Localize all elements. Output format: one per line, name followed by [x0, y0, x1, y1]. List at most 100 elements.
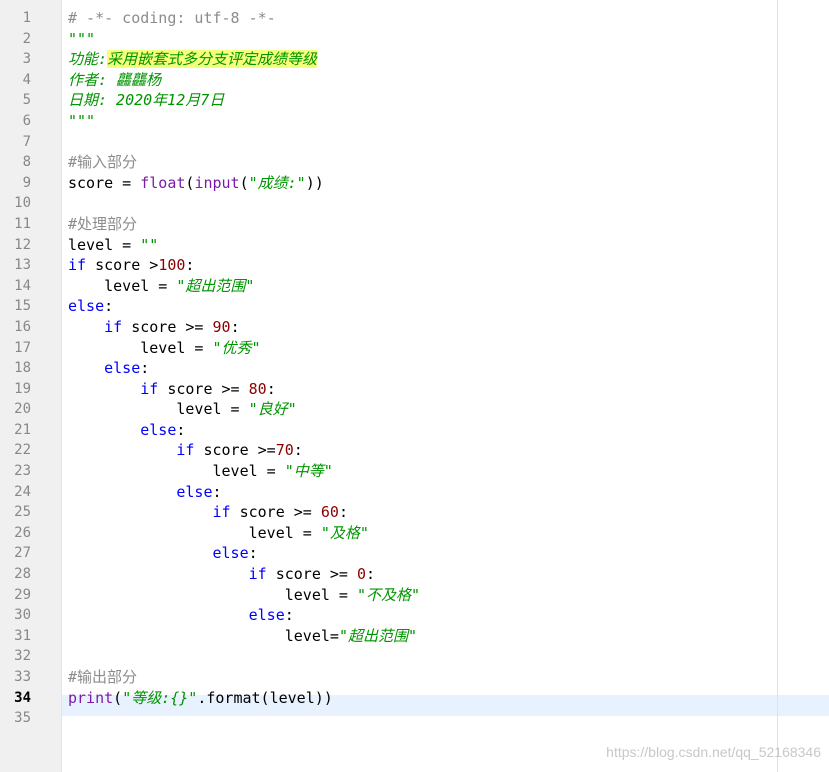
code-token: : [248, 544, 258, 563]
code-text: score = float(input("成绩:")) [68, 173, 324, 194]
code-line[interactable]: 15 else: [0, 296, 829, 317]
code-text: level = "优秀" [68, 338, 261, 359]
code-token: : [293, 441, 303, 460]
code-line[interactable]: 9 score = float(input("成绩:")) [0, 173, 829, 194]
code-line[interactable]: 1 # -*- coding: utf-8 -*- [0, 8, 829, 29]
code-token: : [338, 503, 348, 522]
code-line[interactable]: 10 [0, 193, 829, 214]
code-line[interactable]: 26 level = "及格" [0, 523, 829, 544]
code-token: "超出范围" [338, 626, 417, 645]
line-number: 9 [22, 174, 31, 191]
code-line[interactable]: 23 level = "中等" [0, 461, 829, 482]
code-token: input [194, 173, 240, 192]
line-number: 29 [14, 586, 31, 603]
code-line[interactable]: 12 level = "" [0, 235, 829, 256]
line-number: 13 [14, 257, 31, 274]
line-number: 25 [14, 504, 31, 521]
code-token: "超出范围" [176, 276, 255, 295]
code-token: if [248, 565, 267, 584]
code-line[interactable]: 27 else: [0, 543, 829, 564]
code-token: .format(level)) [197, 688, 333, 707]
code-line[interactable]: 30 else: [0, 605, 829, 626]
code-token: 80 [248, 379, 267, 398]
code-token: : [266, 379, 276, 398]
code-line[interactable]: 31 level="超出范围" [0, 626, 829, 647]
line-number: 34 [14, 689, 31, 706]
code-line[interactable]: 6 """ [0, 111, 829, 132]
line-number: 5 [22, 92, 31, 109]
code-token: "良好" [248, 400, 297, 419]
code-token: if [212, 503, 231, 522]
code-line[interactable]: 2 """ [0, 29, 829, 50]
line-number: 17 [14, 339, 31, 356]
code-token: #输入部分 [68, 153, 138, 172]
code-token: # -*- coding: utf-8 -*- [68, 9, 276, 27]
code-text: level = "良好" [68, 399, 297, 420]
code-line[interactable]: 33 #输出部分 [0, 667, 829, 688]
line-number: 10 [14, 195, 31, 212]
code-token: level = [68, 400, 249, 419]
code-line[interactable]: 22 if score >=70: [0, 440, 829, 461]
code-line[interactable]: 18 else: [0, 358, 829, 379]
code-token: 采用嵌套式多分支评定成绩等级 [107, 50, 318, 69]
code-text: #输入部分 [68, 152, 137, 173]
line-number: 33 [14, 669, 31, 685]
code-token: 功能: [68, 50, 108, 69]
code-line[interactable]: 28 if score >= 0: [0, 564, 829, 585]
code-line[interactable]: 34 print("等级:{}".format(level)) [0, 688, 829, 709]
code-token: : [212, 482, 222, 501]
code-line[interactable]: 11 #处理部分 [0, 214, 829, 235]
line-number: 14 [14, 277, 31, 294]
code-text: if score >100: [68, 255, 194, 276]
code-line[interactable]: 5 日期: 2020年12月7日 [0, 90, 829, 111]
code-line[interactable]: 35 [0, 708, 829, 729]
code-line[interactable]: 20 level = "良好" [0, 399, 829, 420]
code-token: level = [68, 523, 321, 542]
code-token: ( [239, 173, 249, 192]
code-line[interactable]: 13 if score >100: [0, 255, 829, 276]
line-number: 1 [22, 10, 31, 26]
line-number: 8 [22, 154, 31, 171]
code-line[interactable]: 14 level = "超出范围" [0, 276, 829, 297]
code-text: else: [68, 605, 294, 626]
code-editor[interactable]: 1 # -*- coding: utf-8 -*- 2 """ 3 功能:采用嵌套式多分支… [0, 8, 829, 729]
code-token: if [104, 317, 123, 336]
code-text: else: [68, 543, 258, 564]
code-token: "不及格" [356, 585, 421, 604]
line-number: 19 [14, 380, 31, 397]
code-token: """ [68, 111, 96, 130]
code-token: score > [86, 256, 159, 275]
code-token: : [176, 420, 186, 439]
code-line[interactable]: 24 else: [0, 482, 829, 503]
code-line[interactable]: 19 if score >= 80: [0, 379, 829, 400]
code-line[interactable]: 25 if score >= 60: [0, 502, 829, 523]
code-line[interactable]: 29 level = "不及格" [0, 585, 829, 606]
code-line[interactable]: 21 else: [0, 420, 829, 441]
line-number: 23 [14, 463, 31, 480]
code-line[interactable]: 17 level = "优秀" [0, 338, 829, 359]
code-token: "优秀" [212, 338, 261, 357]
code-line[interactable]: 7 [0, 132, 829, 153]
code-line[interactable]: 4 作者: 龘龘杨 [0, 70, 829, 91]
line-number: 26 [14, 524, 31, 541]
code-text: 日期: 2020年12月7日 [68, 90, 224, 111]
code-text: level="超出范围" [68, 626, 417, 647]
code-token: else [140, 420, 177, 439]
code-text: if score >=70: [68, 440, 303, 461]
line-number: 24 [14, 483, 31, 500]
line-number: 6 [22, 112, 31, 129]
code-token: score >= [158, 379, 249, 398]
code-token: "中等" [284, 462, 333, 481]
code-text: if score >= 0: [68, 564, 375, 585]
code-line[interactable]: 32 [0, 646, 829, 667]
code-line[interactable]: 8 #输入部分 [0, 152, 829, 173]
code-token: : [284, 606, 294, 625]
code-line[interactable]: 3 功能:采用嵌套式多分支评定成绩等级 [0, 49, 829, 70]
code-line[interactable]: 16 if score >= 90: [0, 317, 829, 338]
code-token: : [104, 297, 114, 316]
